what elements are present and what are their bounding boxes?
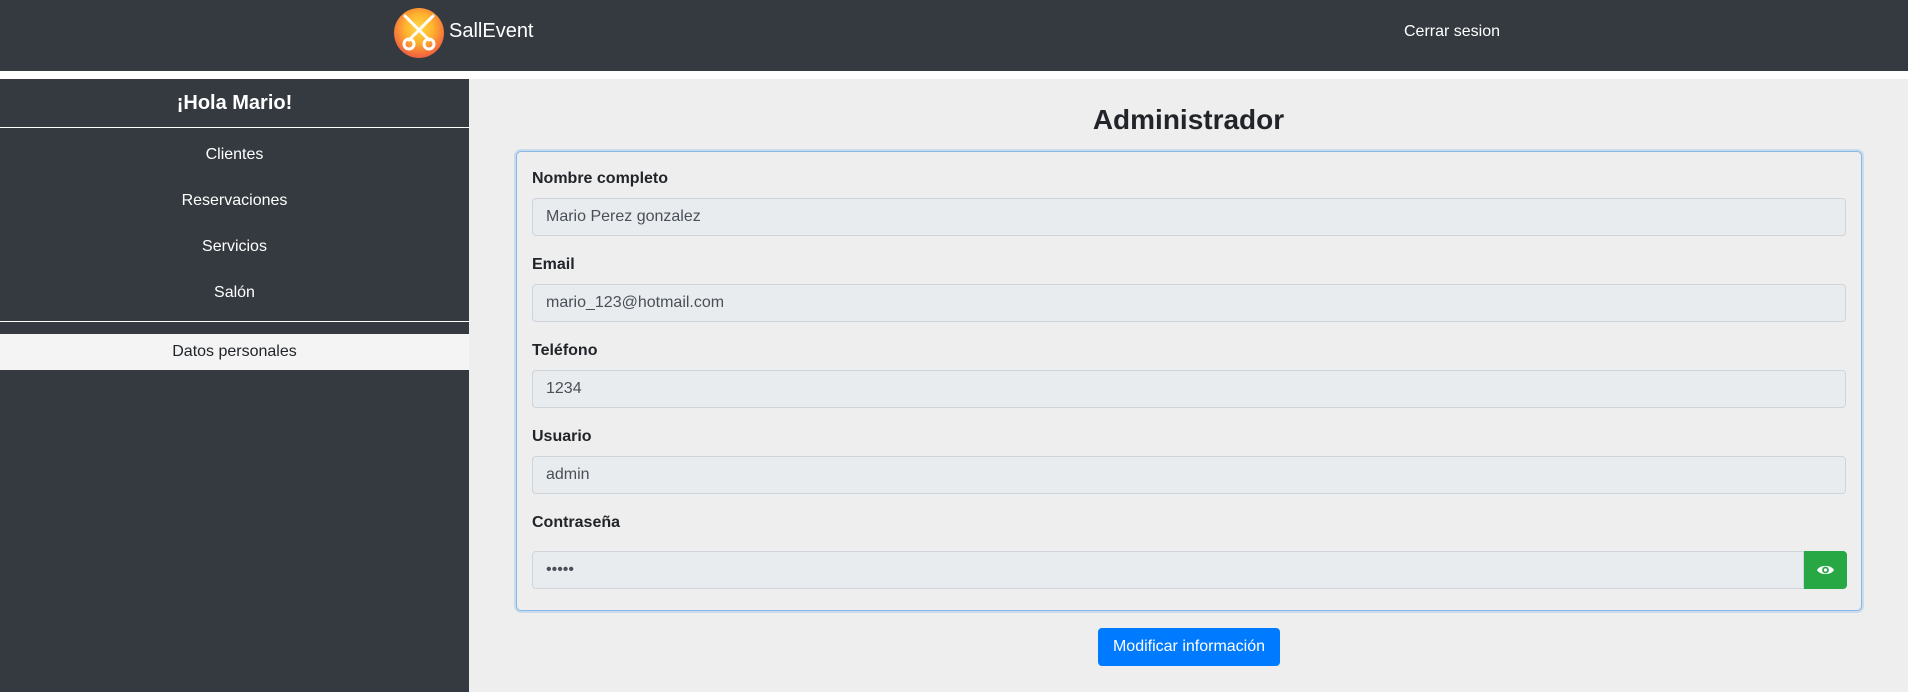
eye-icon [1817,565,1834,575]
email-field[interactable] [532,284,1846,322]
username-field[interactable] [532,456,1846,494]
sidebar-item-servicios[interactable]: Servicios [0,229,469,265]
phone-label: Teléfono [532,342,598,359]
name-label: Nombre completo [532,170,669,187]
username-label: Usuario [532,428,592,445]
email-label: Email [532,256,575,273]
sidebar-greeting: ¡Hola Mario! [176,92,293,114]
logout-link[interactable]: Cerrar sesion [1404,23,1500,41]
brand-name[interactable]: SallEvent [449,20,534,43]
profile-form-card: Nombre completo Email Teléfono Usuario C… [516,151,1862,611]
sidebar-item-clientes[interactable]: Clientes [0,137,469,173]
show-password-button[interactable] [1804,551,1847,589]
password-label: Contraseña [532,514,621,531]
sidebar-item-datos-personales[interactable]: Datos personales [0,334,469,370]
phone-field[interactable] [532,370,1846,408]
sidebar: ¡Hola Mario! Clientes Reservaciones Serv… [0,79,469,692]
main-content: Administrador Nombre completo Email Telé… [469,79,1908,692]
update-info-button[interactable]: Modificar información [1098,628,1280,666]
sidebar-item-reservaciones[interactable]: Reservaciones [0,183,469,219]
password-field[interactable] [532,551,1804,589]
sidebar-item-salon[interactable]: Salón [0,275,469,311]
page-title: Administrador [1092,104,1285,135]
top-navbar: SallEvent Cerrar sesion [0,0,1908,71]
sidebar-divider [0,127,469,128]
name-field[interactable] [532,198,1846,236]
sidebar-divider [0,321,469,322]
cutlery-logo-icon[interactable] [394,8,444,58]
